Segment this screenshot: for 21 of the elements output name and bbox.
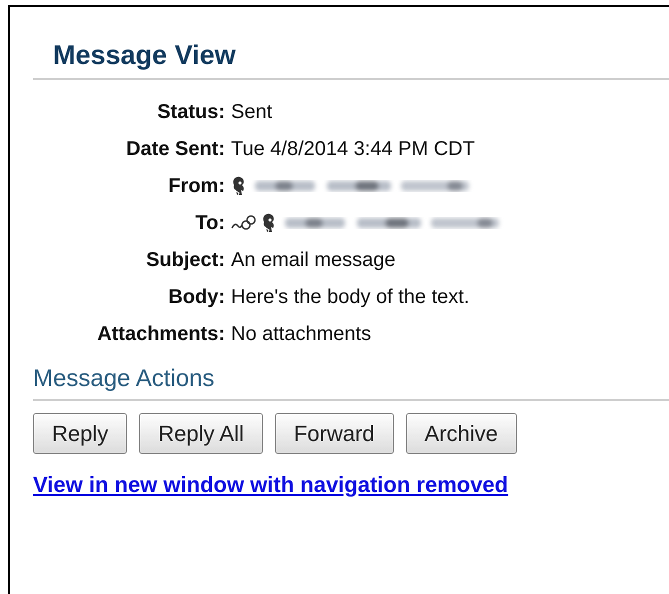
field-value: No attachments [231,322,372,347]
field-value: Here's the body of the text. [231,285,470,310]
action-button[interactable]: Reply All [139,412,263,454]
action-button[interactable]: Archive [406,412,517,454]
field-label: Attachments: [96,322,226,347]
person-icon [231,176,247,196]
field-value: Sent [231,100,272,125]
field-label: Body: [167,285,226,310]
page-title: Message View [53,40,236,70]
person-icon [261,213,277,233]
field-label: Date Sent: [125,137,226,162]
field-label: To: [194,211,226,236]
section-title: Message Actions [33,364,214,392]
action-button[interactable]: Forward [274,412,394,454]
field-value: An email message [231,248,396,273]
view-link[interactable]: View in new window with navigation removed [33,472,508,496]
action-button[interactable]: Reply [33,412,128,454]
field-label: From: [167,174,226,199]
field-label: Status: [156,100,226,125]
field-label: Subject: [145,248,226,273]
field-value: Tue 4/8/2014 3:44 PM CDT [231,137,475,162]
